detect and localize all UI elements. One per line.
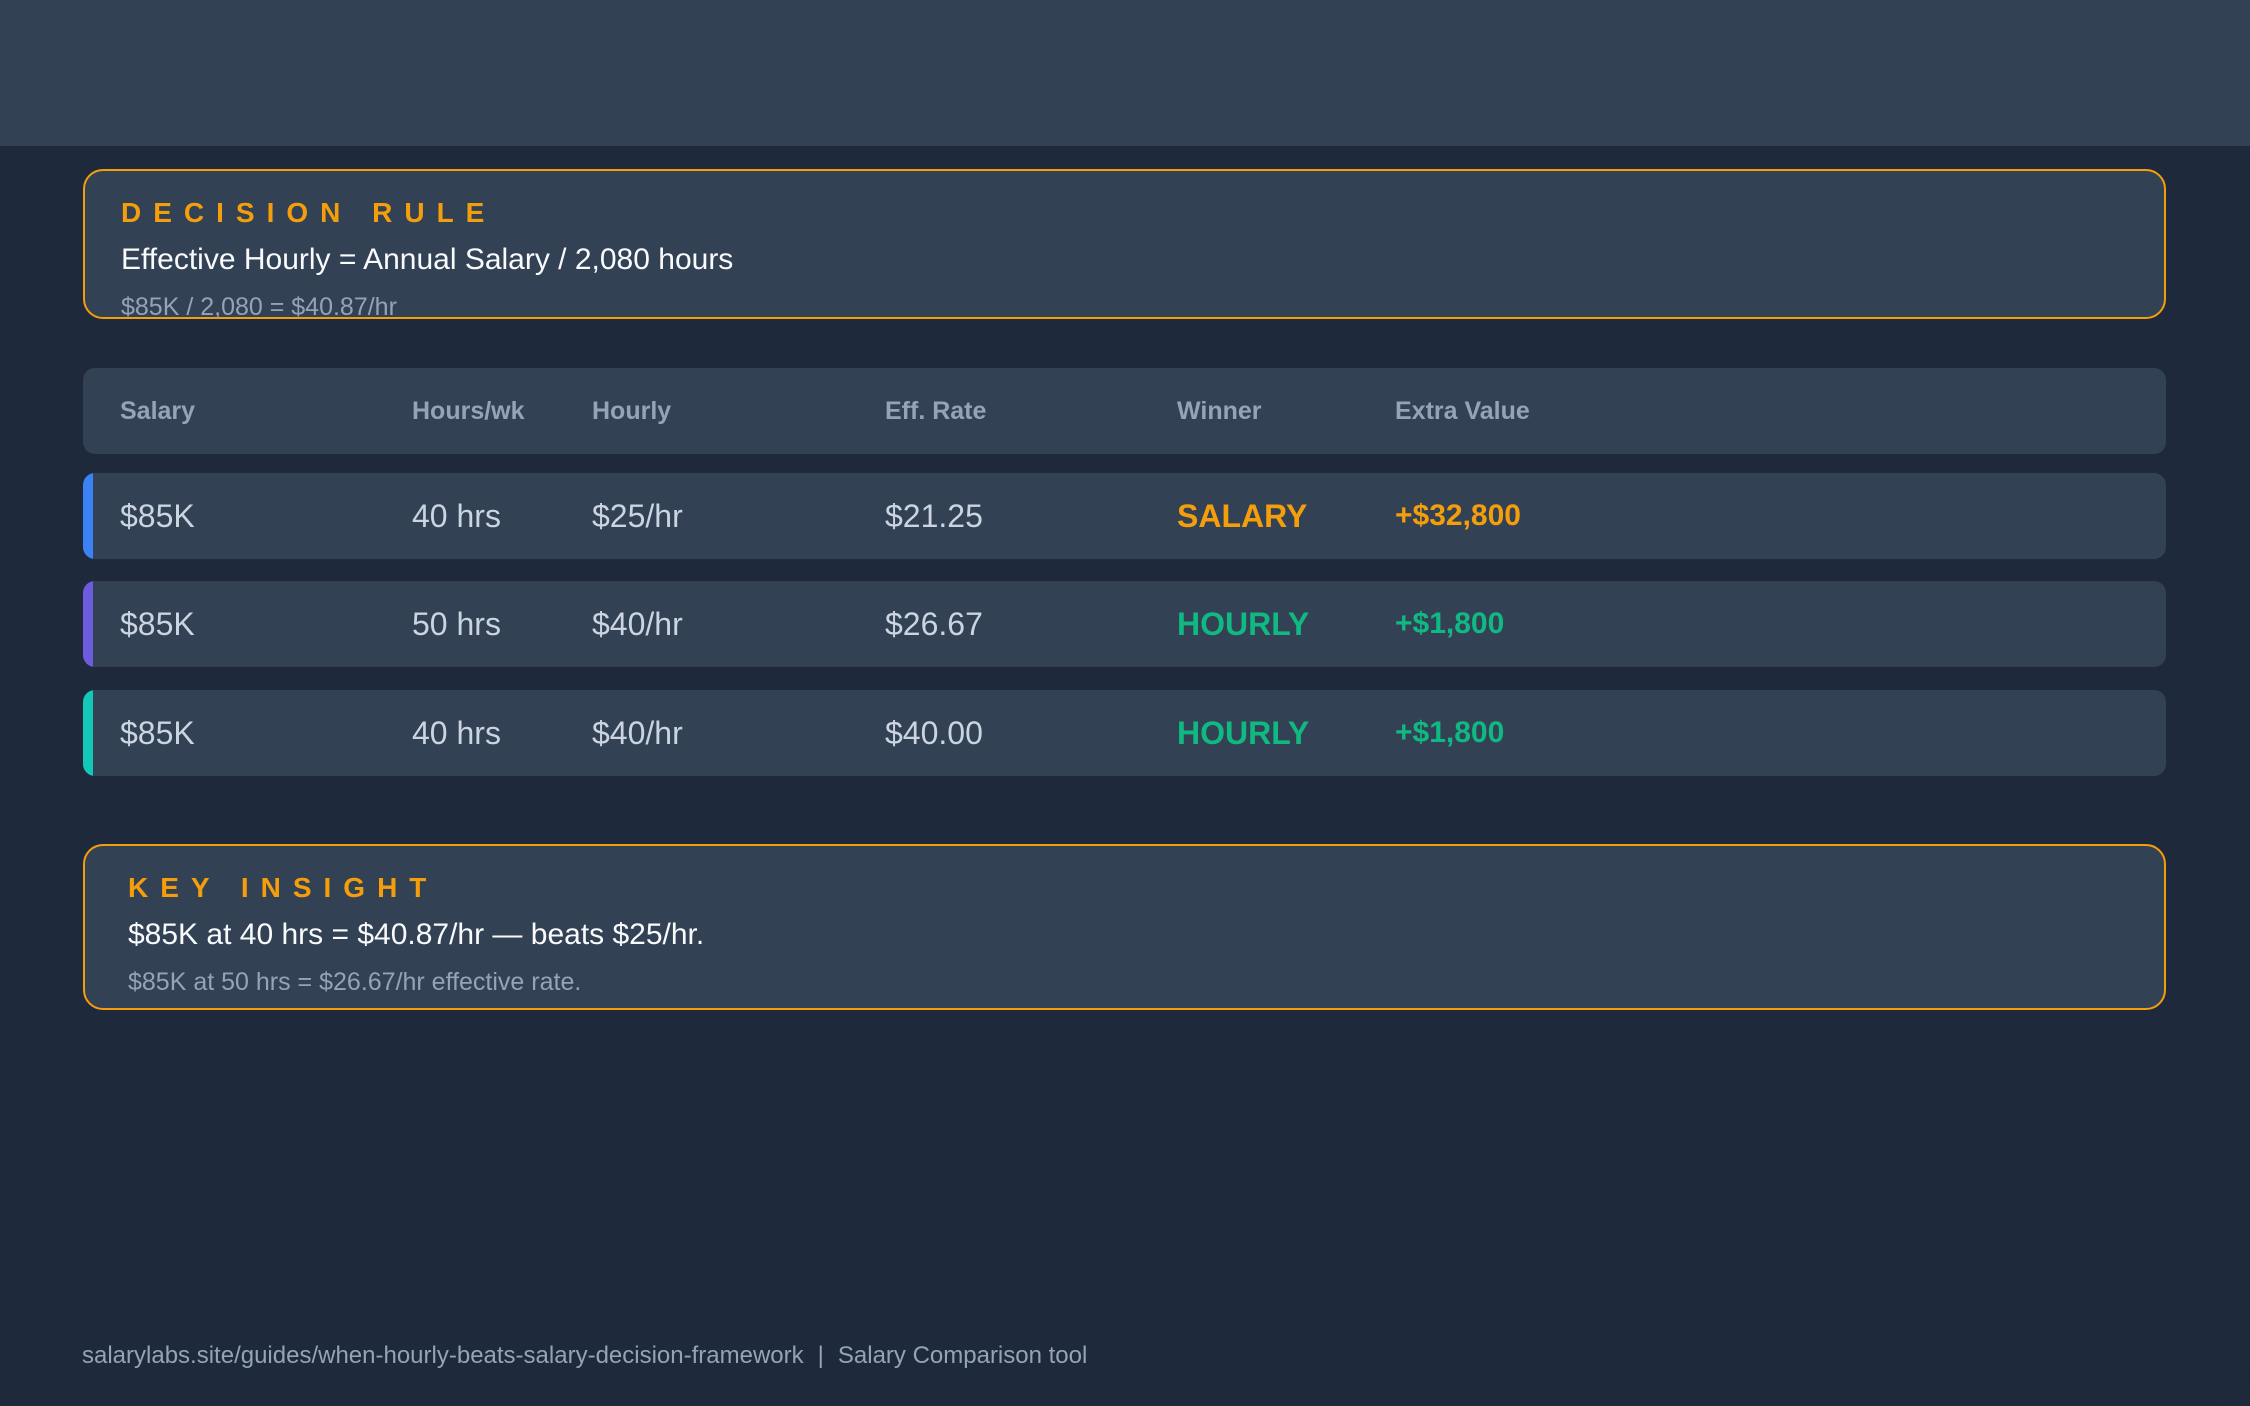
eff-rate-cell: $40.00	[885, 715, 983, 751]
column-header-eff-rate: Eff. Rate	[885, 397, 987, 425]
decision-rule-label: DECISION RULE	[121, 197, 497, 228]
hourly-cell: $40/hr	[592, 606, 683, 642]
key-insight-label: KEY INSIGHT	[128, 872, 439, 903]
table-row: $85K 40 hrs $40/hr $40.00 HOURLY +$1,800	[83, 690, 2166, 776]
row-accent-bar	[83, 690, 93, 776]
footer-tool-label: Salary Comparison tool	[837, 1342, 1088, 1369]
footer-url-link[interactable]: salarylabs.site/guides/when-hourly-beats…	[82, 1342, 804, 1369]
comparison-table-header: Salary Hours/wk Hourly Eff. Rate Winner …	[83, 368, 2166, 454]
row-accent-bar	[83, 473, 93, 559]
footer: salarylabs.site/guides/when-hourly-beats…	[82, 1342, 1087, 1370]
salary-cell: $85K	[120, 498, 195, 534]
table-row: $85K 50 hrs $40/hr $26.67 HOURLY +$1,800	[83, 581, 2166, 667]
key-insight-sub: $85K at 50 hrs = $26.67/hr effective rat…	[128, 968, 582, 996]
footer-separator: |	[817, 1342, 824, 1369]
hours-cell: 40 hrs	[412, 715, 501, 751]
key-insight-main: $85K at 40 hrs = $40.87/hr — beats $25/h…	[128, 918, 705, 951]
column-header-hours: Hours/wk	[412, 397, 525, 425]
header-band	[0, 0, 2250, 146]
column-header-salary: Salary	[120, 397, 196, 425]
table-row: $85K 40 hrs $25/hr $21.25 SALARY +$32,80…	[83, 473, 2166, 559]
hourly-cell: $25/hr	[592, 498, 683, 534]
extra-value-cell: +$1,800	[1395, 607, 1505, 640]
extra-value-cell: +$32,800	[1395, 499, 1521, 532]
winner-cell: HOURLY	[1177, 606, 1310, 642]
extra-value-cell: +$1,800	[1395, 716, 1505, 749]
hourly-cell: $40/hr	[592, 715, 683, 751]
winner-cell: HOURLY	[1177, 715, 1310, 751]
column-header-hourly: Hourly	[592, 397, 672, 425]
row-accent-bar	[83, 581, 93, 667]
hours-cell: 40 hrs	[412, 498, 501, 534]
salary-cell: $85K	[120, 715, 195, 751]
column-header-extra-value: Extra Value	[1395, 397, 1530, 425]
salary-cell: $85K	[120, 606, 195, 642]
eff-rate-cell: $26.67	[885, 606, 983, 642]
eff-rate-cell: $21.25	[885, 498, 983, 534]
key-insight-card: KEY INSIGHT $85K at 40 hrs = $40.87/hr —…	[83, 844, 2166, 1010]
winner-cell: SALARY	[1177, 498, 1308, 534]
page: DECISION RULE Effective Hourly = Annual …	[0, 0, 2250, 1406]
decision-rule-example: $85K / 2,080 = $40.87/hr	[121, 293, 397, 321]
hours-cell: 50 hrs	[412, 606, 501, 642]
decision-rule-card: DECISION RULE Effective Hourly = Annual …	[83, 169, 2166, 321]
column-header-winner: Winner	[1177, 397, 1262, 425]
decision-rule-formula: Effective Hourly = Annual Salary / 2,080…	[121, 243, 734, 276]
